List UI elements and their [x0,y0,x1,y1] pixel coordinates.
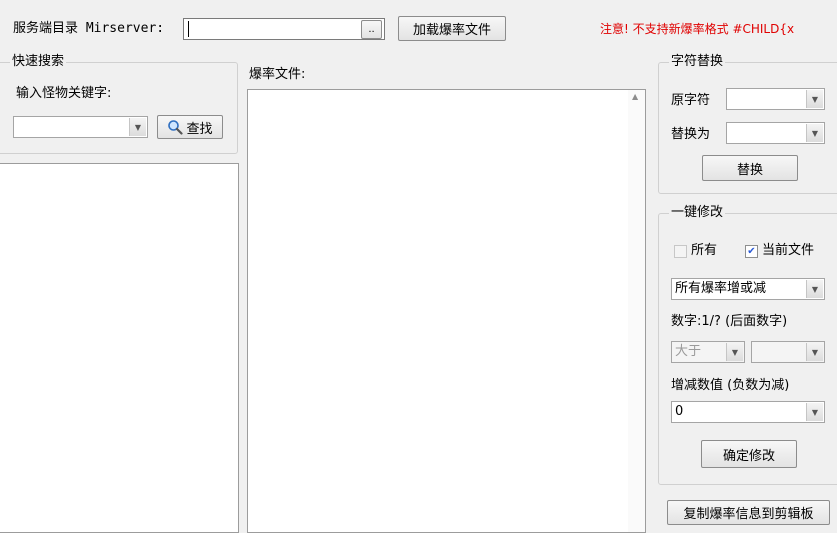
replace-with-combo[interactable]: ▼ [726,122,825,144]
drop-file-editor[interactable]: ▲ [247,89,646,533]
server-dir-input[interactable] [183,18,385,40]
search-button-label: 查找 [186,121,213,137]
keyword-combo[interactable]: ▼ [13,116,148,138]
magnifier-icon [168,120,184,135]
original-char-label: 原字符 [671,93,711,108]
delta-value: 0 [675,404,684,419]
batch-modify-legend: 一键修改 [669,205,726,221]
delta-combo[interactable]: 0 ▼ [671,401,825,423]
current-file-label: 当前文件 [762,243,815,258]
scroll-up-icon[interactable]: ▲ [632,92,638,101]
quick-search-group [0,62,238,154]
compare-combo[interactable]: 大于 ▼ [671,341,745,363]
chevron-down-icon[interactable]: ▼ [806,124,823,142]
current-file-checkbox[interactable]: ✔ [745,245,758,258]
search-button[interactable]: 查找 [157,115,223,139]
replace-button[interactable]: 替换 [702,155,798,181]
number-label: 数字:1/? (后面数字) [671,314,788,329]
all-label: 所有 [691,243,718,258]
chevron-down-icon[interactable]: ▼ [726,343,743,361]
checkmark-icon: ✔ [747,245,756,257]
drop-file-label: 爆率文件: [249,67,306,82]
delta-label: 增减数值 (负数为减) [671,378,790,393]
modify-mode-combo[interactable]: 所有爆率增或减 ▼ [671,278,825,300]
chevron-down-icon[interactable]: ▼ [806,343,823,361]
compare-value: 大于 [675,344,702,359]
compare-number-combo[interactable]: ▼ [751,341,825,363]
quick-search-legend: 快速搜索 [10,54,67,70]
confirm-modify-button[interactable]: 确定修改 [701,440,797,468]
server-dir-label: 服务端目录 Mirserver: [13,21,165,36]
chevron-down-icon[interactable]: ▼ [129,118,146,136]
copy-to-clipboard-button[interactable]: 复制爆率信息到剪辑板 [667,500,830,525]
text-cursor [188,21,189,37]
replace-legend: 字符替换 [669,54,726,70]
chevron-down-icon[interactable]: ▼ [806,403,823,421]
format-notice: 注意! 不支持新爆率格式 #CHILD{x [600,22,795,36]
monster-list[interactable] [0,163,239,533]
chevron-down-icon[interactable]: ▼ [806,280,823,298]
load-drop-file-button[interactable]: 加载爆率文件 [398,16,506,41]
all-checkbox[interactable] [674,245,687,258]
chevron-down-icon[interactable]: ▼ [806,90,823,108]
drop-file-scrollbar[interactable]: ▲ [628,90,645,532]
keyword-label: 输入怪物关键字: [16,86,112,101]
replace-with-label: 替换为 [671,127,711,142]
browse-button[interactable]: .. [361,20,382,39]
modify-mode-value: 所有爆率增或减 [675,281,767,296]
original-char-combo[interactable]: ▼ [726,88,825,110]
